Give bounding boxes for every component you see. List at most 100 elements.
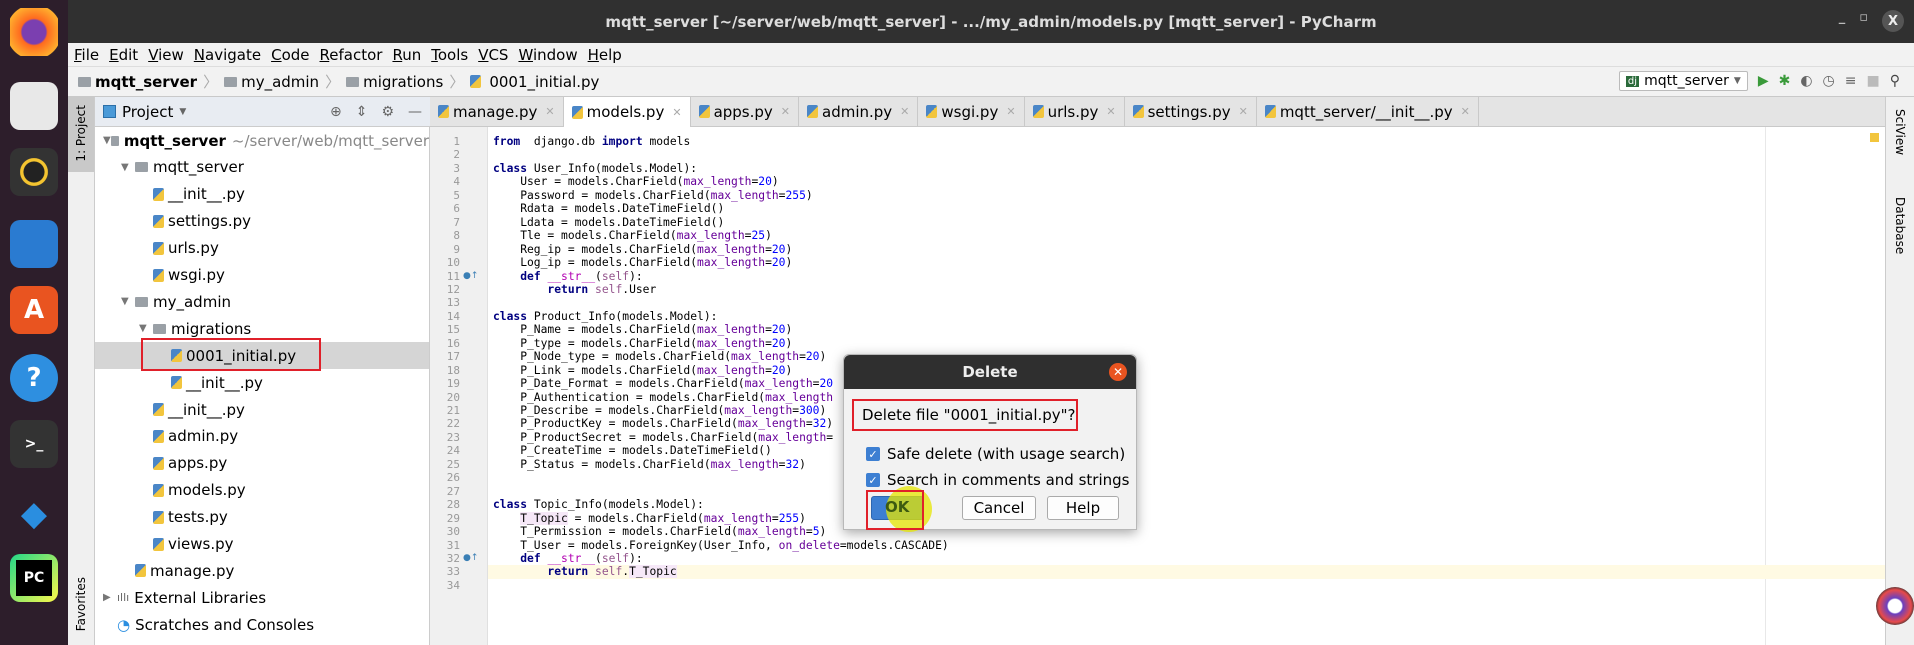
expand-arrow-icon[interactable]: ▼	[121, 296, 135, 307]
close-tab-icon[interactable]: ✕	[900, 105, 909, 118]
tree-item[interactable]: __init__.py	[95, 369, 429, 396]
close-tab-icon[interactable]: ✕	[781, 105, 790, 118]
menu-edit[interactable]: Edit	[109, 46, 138, 64]
minimize-button[interactable]: _	[1839, 10, 1846, 32]
line-number: 7	[453, 215, 460, 229]
inspection-status-icon[interactable]	[1870, 133, 1879, 142]
concurrency-icon[interactable]: ≡	[1845, 73, 1857, 89]
menu-file[interactable]: File	[74, 46, 99, 64]
menu-refactor[interactable]: Refactor	[320, 46, 383, 64]
favorites-tool-button[interactable]: Favorites	[74, 577, 88, 631]
tree-item[interactable]: settings.py	[95, 208, 429, 235]
run-icon[interactable]: ▶	[1758, 73, 1769, 89]
menu-run[interactable]: Run	[392, 46, 421, 64]
tab-models-py[interactable]: models.py ✕	[563, 97, 691, 127]
tab-urls-py[interactable]: urls.py ✕	[1025, 97, 1125, 126]
collapse-icon[interactable]: ⇕	[356, 104, 368, 120]
debug-icon[interactable]: ✱	[1779, 73, 1791, 89]
override-marker-icon[interactable]: ●↑	[463, 271, 478, 281]
tab-apps-py[interactable]: apps.py ✕	[691, 97, 799, 126]
cancel-button[interactable]: Cancel	[962, 496, 1036, 520]
expand-arrow-icon[interactable]: ▶	[103, 592, 117, 603]
close-tab-icon[interactable]: ✕	[545, 105, 554, 118]
tree-item[interactable]: __init__.py	[95, 181, 429, 208]
tree-item[interactable]: ▼ my_admin	[95, 288, 429, 315]
tree-item[interactable]: views.py	[95, 531, 429, 558]
tab-mqtt-server-init-py[interactable]: mqtt_server/__init__.py ✕	[1257, 97, 1479, 126]
help-button[interactable]: Help	[1047, 496, 1119, 520]
tab-manage-py[interactable]: manage.py ✕	[430, 97, 564, 126]
breadcrumb-file[interactable]: 0001_initial.py	[470, 73, 599, 91]
maximize-button[interactable]: ▫	[1859, 10, 1868, 32]
tab-settings-py[interactable]: settings.py ✕	[1125, 97, 1257, 126]
stop-icon[interactable]: ■	[1867, 73, 1880, 89]
firefox-icon[interactable]	[10, 8, 58, 56]
code-token: Ldata = models.DateTimeField()	[493, 215, 725, 229]
tree-item[interactable]: ▶ ıllı External Libraries	[95, 584, 429, 611]
software-icon[interactable]: A	[10, 286, 58, 334]
tree-item[interactable]: apps.py	[95, 450, 429, 477]
tree-item[interactable]: 0001_initial.py	[95, 338, 429, 372]
code-editor[interactable]: 1 2 3 4 5 6 7 8 9 10 11 ●↑ 12 13 14 15 16 17 18 19 20 21 22 23 2…	[430, 127, 1885, 645]
safe-delete-checkbox[interactable]: ✓ Safe delete (with usage search)	[866, 445, 1125, 463]
gear-icon[interactable]: ⚙	[381, 104, 394, 120]
tab-admin-py[interactable]: admin.py ✕	[799, 97, 919, 126]
tree-item[interactable]: ◔ Scratches and Consoles	[95, 611, 429, 638]
expand-arrow-icon[interactable]: ▼	[103, 135, 111, 146]
menu-navigate[interactable]: Navigate	[194, 46, 261, 64]
expand-arrow-icon[interactable]: ▼	[121, 162, 135, 173]
profile-icon[interactable]: ◷	[1823, 73, 1835, 89]
project-tool-button[interactable]: 1: Project	[74, 105, 88, 162]
close-tab-icon[interactable]: ✕	[1461, 105, 1470, 118]
python-file-icon	[926, 105, 938, 118]
close-icon[interactable]: ✕	[1109, 363, 1127, 381]
tree-item[interactable]: __init__.py	[95, 396, 429, 423]
close-button[interactable]: X	[1882, 10, 1904, 32]
vscode-icon[interactable]: ◆	[10, 490, 58, 538]
close-tab-icon[interactable]: ✕	[672, 106, 681, 119]
menu-window[interactable]: Window	[518, 46, 577, 64]
menu-view[interactable]: View	[148, 46, 184, 64]
tree-item[interactable]: ▼ mqtt_server	[95, 154, 429, 181]
help-icon[interactable]: ?	[10, 354, 58, 402]
writer-icon[interactable]	[10, 220, 58, 268]
locate-icon[interactable]: ⊕	[330, 104, 342, 120]
tree-item[interactable]: ▼ mqtt_server ~/server/web/mqtt_server	[95, 127, 429, 154]
tab-wsgi-py[interactable]: wsgi.py ✕	[918, 97, 1025, 126]
pycharm-icon[interactable]: PC	[10, 554, 58, 602]
menu-code[interactable]: Code	[271, 46, 309, 64]
menu-vcs[interactable]: VCS	[478, 46, 508, 64]
database-tool-button[interactable]: Database	[1893, 197, 1907, 254]
run-config-select[interactable]: dj mqtt_server ▼	[1618, 71, 1748, 91]
sciview-tool-button[interactable]: SciView	[1893, 109, 1907, 155]
close-tab-icon[interactable]: ✕	[1239, 105, 1248, 118]
code-token: (	[595, 551, 602, 565]
hide-icon[interactable]: —	[408, 104, 422, 120]
close-tab-icon[interactable]: ✕	[1106, 105, 1115, 118]
menu-tools[interactable]: Tools	[431, 46, 468, 64]
breadcrumb-migrations[interactable]: migrations	[346, 73, 443, 91]
code-token: 20	[771, 336, 786, 350]
override-marker-icon[interactable]: ●↑	[463, 553, 478, 563]
close-tab-icon[interactable]: ✕	[1006, 105, 1015, 118]
editor-tabs: manage.py ✕ models.py ✕ apps.py ✕ admin.py ✕ wsg…	[430, 97, 1885, 127]
coverage-icon[interactable]: ◐	[1800, 73, 1812, 89]
breadcrumb-my-admin[interactable]: my_admin	[224, 73, 319, 91]
tree-item[interactable]: models.py	[95, 477, 429, 504]
rhythmbox-icon[interactable]	[10, 148, 58, 196]
search-icon[interactable]: ⚲	[1890, 73, 1900, 89]
tree-item[interactable]: wsgi.py	[95, 262, 429, 289]
code-line: P_Authentication = models.CharField(max_…	[493, 391, 1885, 404]
project-view-select[interactable]: Project	[122, 103, 173, 121]
tree-item[interactable]: tests.py	[95, 504, 429, 531]
tree-item[interactable]: admin.py	[95, 423, 429, 450]
breadcrumb-project[interactable]: mqtt_server	[78, 73, 197, 91]
terminal-icon[interactable]: >_	[10, 420, 58, 468]
chevron-down-icon[interactable]: ▼	[179, 107, 186, 117]
annotation-box	[866, 490, 924, 530]
expand-arrow-icon[interactable]: ▼	[139, 323, 153, 334]
tree-item[interactable]: manage.py	[95, 557, 429, 584]
menu-help[interactable]: Help	[588, 46, 622, 64]
tree-item[interactable]: urls.py	[95, 235, 429, 262]
files-icon[interactable]	[10, 82, 58, 130]
